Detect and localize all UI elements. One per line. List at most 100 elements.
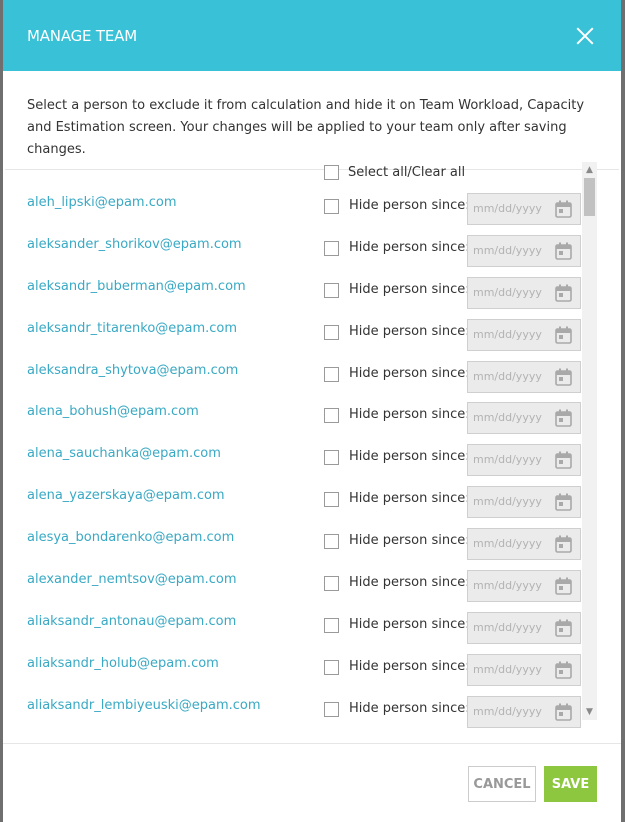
cancel-button[interactable]: CANCEL [468, 766, 536, 802]
date-field[interactable] [467, 193, 581, 225]
person-row: aliaksandr_antonau@epam.com Hide person … [3, 606, 583, 648]
hide-person-checkbox[interactable] [324, 199, 339, 214]
hide-person-checkbox[interactable] [324, 240, 339, 256]
select-all-control[interactable]: Select all/Clear all [324, 165, 465, 180]
person-email-link[interactable]: aliaksandr_lembiyeuski@epam.com [27, 698, 261, 713]
hide-person-label: Hide person since: [349, 491, 470, 507]
hide-person-checkbox[interactable] [324, 450, 339, 466]
hide-person-checkbox[interactable] [324, 576, 339, 592]
hide-person-label: Hide person since: [349, 700, 470, 716]
date-input[interactable] [473, 411, 551, 425]
date-input[interactable] [473, 369, 551, 383]
person-email-link[interactable]: aleksandr_buberman@epam.com [27, 279, 246, 294]
date-input[interactable] [473, 285, 551, 299]
person-email-link[interactable]: alena_sauchanka@epam.com [27, 446, 221, 461]
date-input[interactable] [473, 537, 551, 551]
calendar-icon[interactable] [555, 368, 572, 386]
modal-title: MANAGE TEAM [27, 26, 137, 45]
date-field[interactable] [467, 234, 581, 267]
person-email-link[interactable]: aleksandr_titarenko@epam.com [27, 321, 237, 336]
person-email-link[interactable]: alesya_bondarenko@epam.com [27, 530, 234, 545]
person-row: aleksandr_titarenko@epam.com Hide person… [3, 313, 583, 355]
calendar-icon[interactable] [555, 326, 572, 344]
person-row: aleksander_shorikov@epam.com Hide person… [3, 229, 583, 271]
calendar-icon[interactable] [555, 242, 572, 260]
calendar-icon[interactable] [555, 200, 572, 218]
date-input[interactable] [473, 453, 551, 467]
hide-person-label: Hide person since: [349, 449, 470, 465]
hide-person-label: Hide person since: [349, 658, 470, 674]
select-all-label: Select all/Clear all [348, 165, 466, 180]
calendar-icon[interactable] [555, 409, 572, 428]
people-list: Select all/Clear all aleh_lipski@epam.co… [3, 160, 621, 728]
hide-person-checkbox[interactable] [324, 366, 339, 382]
person-email-link[interactable]: aliaksandr_holub@epam.com [27, 656, 219, 671]
date-field[interactable] [467, 570, 581, 603]
calendar-icon[interactable] [555, 703, 572, 721]
hide-person-checkbox[interactable] [324, 534, 339, 550]
scroll-up-arrow-icon[interactable]: ▲ [582, 162, 597, 178]
date-field[interactable] [467, 444, 581, 477]
person-email-link[interactable]: alena_bohush@epam.com [27, 404, 199, 419]
footer-divider [3, 743, 621, 744]
person-row: aleksandr_buberman@epam.com Hide person … [3, 271, 583, 313]
hide-person-checkbox[interactable] [324, 617, 339, 633]
date-input[interactable] [473, 243, 551, 257]
date-input[interactable] [473, 327, 551, 341]
modal-header: MANAGE TEAM [3, 0, 621, 71]
person-email-link[interactable]: aliaksandr_antonau@epam.com [27, 614, 236, 629]
calendar-icon[interactable] [555, 619, 572, 637]
scroll-thumb[interactable] [584, 178, 595, 216]
date-input[interactable] [473, 579, 551, 593]
hide-person-checkbox[interactable] [324, 408, 339, 424]
date-input[interactable] [473, 662, 551, 676]
person-row: aleh_lipski@epam.com Hide person since: [3, 187, 583, 229]
person-email-link[interactable]: aleh_lipski@epam.com [27, 195, 176, 210]
date-field[interactable] [467, 528, 581, 561]
person-email-link[interactable]: aleksander_shorikov@epam.com [27, 237, 242, 252]
date-field[interactable] [467, 360, 581, 393]
date-field[interactable] [467, 402, 581, 435]
date-input[interactable] [473, 202, 551, 215]
hide-person-checkbox[interactable] [324, 701, 339, 717]
person-email-link[interactable]: aleksandra_shytova@epam.com [27, 363, 238, 378]
hide-person-label: Hide person since: [349, 407, 470, 423]
calendar-icon[interactable] [555, 577, 572, 595]
hide-person-checkbox[interactable] [324, 324, 339, 340]
calendar-icon[interactable] [555, 451, 572, 470]
date-input[interactable] [473, 620, 551, 634]
date-field[interactable] [467, 611, 581, 644]
person-email-link[interactable]: alena_yazerskaya@epam.com [27, 488, 225, 503]
hide-person-checkbox[interactable] [324, 659, 339, 675]
person-row: aleksandra_shytova@epam.com Hide person … [3, 355, 583, 397]
hide-person-label: Hide person since: [349, 365, 470, 381]
manage-team-modal: MANAGE TEAM Select a person to exclude i… [3, 0, 621, 822]
scrollbar[interactable]: ▲ ▼ [582, 162, 597, 720]
date-input[interactable] [473, 495, 551, 509]
date-field[interactable] [467, 486, 581, 519]
date-field[interactable] [467, 276, 581, 309]
person-row: alena_bohush@epam.com Hide person since: [3, 396, 583, 438]
scroll-down-arrow-icon[interactable]: ▼ [582, 704, 597, 720]
person-email-link[interactable]: alexander_nemtsov@epam.com [27, 572, 237, 587]
hide-person-checkbox[interactable] [324, 282, 339, 298]
date-field[interactable] [467, 695, 581, 728]
calendar-icon[interactable] [555, 661, 572, 679]
background-overlay-right [621, 0, 625, 822]
save-button[interactable]: SAVE [544, 766, 597, 802]
hide-person-checkbox[interactable] [324, 492, 339, 508]
hide-person-label: Hide person since: [349, 575, 470, 591]
person-row: alexander_nemtsov@epam.com Hide person s… [3, 564, 583, 606]
date-field[interactable] [467, 653, 581, 686]
hide-person-label: Hide person since: [349, 616, 470, 632]
person-row: alesya_bondarenko@epam.com Hide person s… [3, 522, 583, 564]
select-all-checkbox[interactable] [324, 165, 339, 180]
date-field[interactable] [467, 318, 581, 351]
calendar-icon[interactable] [555, 284, 572, 302]
calendar-icon[interactable] [555, 493, 572, 512]
close-icon[interactable] [575, 26, 595, 46]
hide-person-label: Hide person since: [349, 533, 470, 549]
calendar-icon[interactable] [555, 535, 572, 553]
date-input[interactable] [473, 704, 551, 718]
hide-person-label: Hide person since: [349, 281, 470, 297]
